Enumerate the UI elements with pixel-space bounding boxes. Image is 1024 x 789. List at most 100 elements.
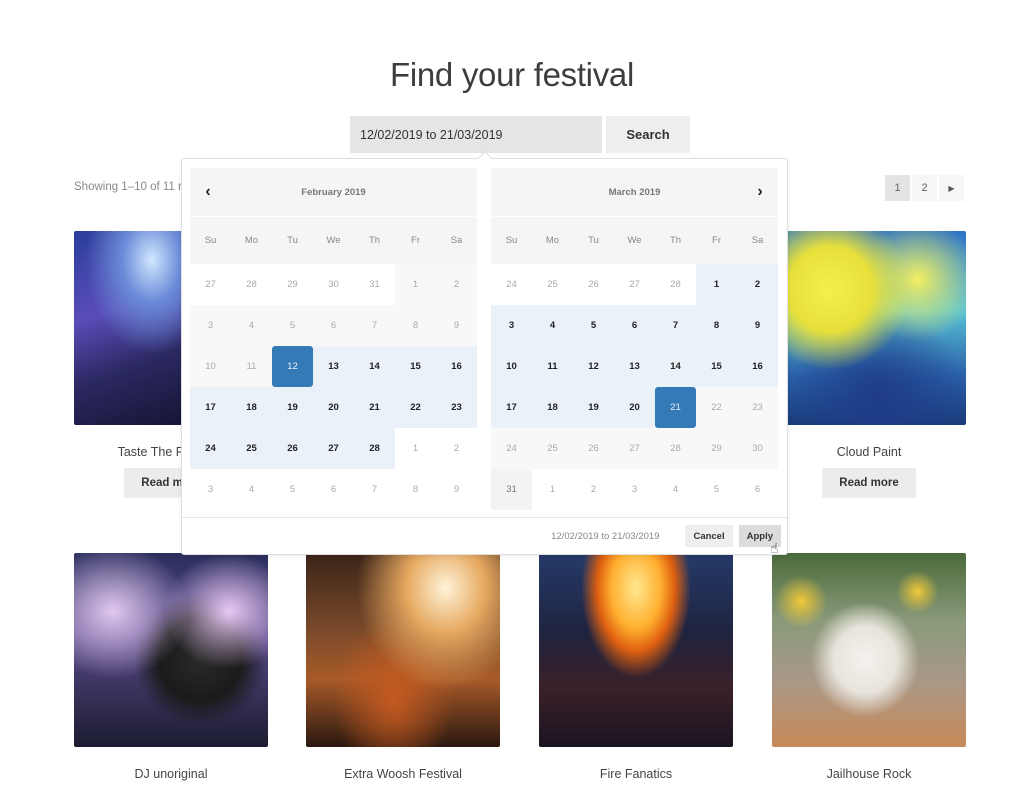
- weekday-row: Su Mo Tu We Th Fr Sa: [190, 216, 477, 264]
- day-cell[interactable]: 8: [395, 305, 436, 346]
- day-cell[interactable]: 31: [491, 469, 532, 510]
- day-cell-selected[interactable]: 21: [655, 387, 696, 428]
- month-label: February 2019: [301, 186, 366, 198]
- read-more-button[interactable]: Read more: [822, 468, 916, 498]
- day-cell[interactable]: 30: [737, 428, 778, 469]
- weekday-label: Su: [505, 235, 518, 246]
- chevron-right-icon[interactable]: ›: [750, 182, 770, 202]
- weekday-label: Fr: [411, 235, 420, 246]
- day-cell[interactable]: 16: [436, 346, 477, 387]
- day-cell: 30: [313, 264, 354, 305]
- page-2-button[interactable]: 2: [912, 175, 937, 201]
- day-cell[interactable]: 23: [737, 387, 778, 428]
- day-cell[interactable]: 5: [272, 305, 313, 346]
- calendar-february: ‹ February 2019 Su Mo Tu We Th Fr Sa 27 28 29 30 3…: [190, 168, 477, 510]
- day-cell[interactable]: 29: [696, 428, 737, 469]
- product-title[interactable]: Jailhouse Rock: [772, 767, 966, 781]
- day-cell[interactable]: 1: [696, 264, 737, 305]
- day-cell[interactable]: 7: [354, 305, 395, 346]
- day-cell[interactable]: 13: [614, 346, 655, 387]
- day-cell: 31: [354, 264, 395, 305]
- product-image-heart-hands[interactable]: [306, 553, 500, 747]
- day-cell[interactable]: 10: [190, 346, 231, 387]
- day-cell[interactable]: 3: [190, 305, 231, 346]
- day-cell[interactable]: 22: [696, 387, 737, 428]
- day-cell[interactable]: 2: [436, 264, 477, 305]
- product-image-elvis[interactable]: [772, 553, 966, 747]
- day-cell-selected[interactable]: 12: [272, 346, 313, 387]
- weekday-label: Sa: [751, 235, 764, 246]
- day-cell[interactable]: 6: [313, 305, 354, 346]
- day-cell[interactable]: 16: [737, 346, 778, 387]
- day-cell[interactable]: 14: [655, 346, 696, 387]
- day-cell[interactable]: 21: [354, 387, 395, 428]
- day-cell[interactable]: 10: [491, 346, 532, 387]
- product-title[interactable]: Fire Fanatics: [539, 767, 733, 781]
- weekday-label: Su: [204, 235, 217, 246]
- day-cell[interactable]: 25: [231, 428, 272, 469]
- calendar-march: March 2019 › Su Mo Tu We Th Fr Sa 24 25 26 27 28 1 2…: [491, 168, 778, 510]
- day-cell[interactable]: 17: [190, 387, 231, 428]
- day-cell[interactable]: 20: [313, 387, 354, 428]
- search-button[interactable]: Search: [606, 116, 690, 153]
- date-range-picker: ‹ February 2019 Su Mo Tu We Th Fr Sa 27 28 29 30 3…: [181, 150, 788, 555]
- day-cell[interactable]: 5: [573, 305, 614, 346]
- day-cell[interactable]: 4: [532, 305, 573, 346]
- day-cell[interactable]: 14: [354, 346, 395, 387]
- day-cell[interactable]: 13: [313, 346, 354, 387]
- date-range-input[interactable]: [350, 116, 602, 153]
- day-cell[interactable]: 11: [532, 346, 573, 387]
- day-cell[interactable]: 27: [614, 428, 655, 469]
- triangle-right-icon: ▶: [948, 183, 955, 193]
- weekday-label: Tu: [588, 235, 599, 246]
- product-title[interactable]: DJ unoriginal: [74, 767, 268, 781]
- day-cell[interactable]: 19: [272, 387, 313, 428]
- product-title[interactable]: Extra Woosh Festival: [306, 767, 500, 781]
- weekday-label: Mo: [244, 235, 259, 246]
- day-cell[interactable]: 11: [231, 346, 272, 387]
- day-cell[interactable]: 18: [231, 387, 272, 428]
- day-cell[interactable]: 28: [655, 428, 696, 469]
- day-cell[interactable]: 7: [655, 305, 696, 346]
- product-image-dj-booth[interactable]: [74, 553, 268, 747]
- day-cell[interactable]: 24: [190, 428, 231, 469]
- day-cell[interactable]: 27: [313, 428, 354, 469]
- day-cell[interactable]: 26: [573, 428, 614, 469]
- day-cell[interactable]: 15: [395, 346, 436, 387]
- cancel-button[interactable]: Cancel: [685, 525, 733, 547]
- day-cell[interactable]: 12: [573, 346, 614, 387]
- day-cell[interactable]: 23: [436, 387, 477, 428]
- day-cell[interactable]: 26: [272, 428, 313, 469]
- day-cell[interactable]: 22: [395, 387, 436, 428]
- day-cell: 26: [573, 264, 614, 305]
- product-image-color-powder[interactable]: [772, 231, 966, 425]
- next-page-button[interactable]: ▶: [939, 175, 964, 201]
- product-image-fire-breather[interactable]: [539, 553, 733, 747]
- day-cell[interactable]: 20: [614, 387, 655, 428]
- day-cell[interactable]: 8: [696, 305, 737, 346]
- day-cell[interactable]: 17: [491, 387, 532, 428]
- product-card: DJ unoriginal: [74, 553, 268, 781]
- day-cell[interactable]: 3: [491, 305, 532, 346]
- day-cell[interactable]: 1: [395, 264, 436, 305]
- day-cell[interactable]: 15: [696, 346, 737, 387]
- day-cell: 1: [532, 469, 573, 510]
- day-cell: 3: [190, 469, 231, 510]
- product-title[interactable]: Cloud Paint: [772, 445, 966, 459]
- chevron-left-icon[interactable]: ‹: [198, 182, 218, 202]
- day-cell[interactable]: 28: [354, 428, 395, 469]
- day-cell[interactable]: 24: [491, 428, 532, 469]
- search-form: Search: [350, 116, 690, 153]
- day-cell[interactable]: 9: [737, 305, 778, 346]
- day-cell[interactable]: 2: [737, 264, 778, 305]
- day-cell[interactable]: 4: [231, 305, 272, 346]
- day-cell[interactable]: 19: [573, 387, 614, 428]
- page-1-button[interactable]: 1: [885, 175, 910, 201]
- day-cell: 2: [573, 469, 614, 510]
- day-cell[interactable]: 6: [614, 305, 655, 346]
- day-grid: 27 28 29 30 31 1 2 3 4 5 6 7 8 9 10 11 12 13 14 15 16 17 18 19 2…: [190, 264, 477, 510]
- day-cell[interactable]: 9: [436, 305, 477, 346]
- day-cell[interactable]: 18: [532, 387, 573, 428]
- day-cell[interactable]: 25: [532, 428, 573, 469]
- weekday-row: Su Mo Tu We Th Fr Sa: [491, 216, 778, 264]
